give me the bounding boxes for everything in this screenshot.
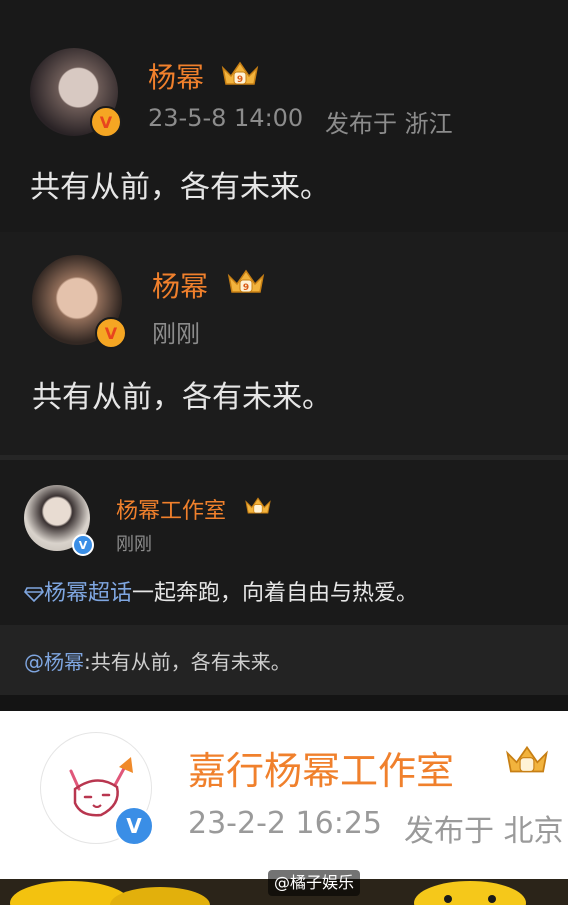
quoted-text: :共有从前，各有未来。 — [84, 650, 291, 674]
verified-badge-icon: V — [72, 534, 94, 556]
author-name[interactable]: 杨幂 — [152, 265, 208, 305]
post-time: 23-5-8 14:00 — [148, 104, 304, 132]
post-time: 刚刚 — [152, 320, 200, 348]
author-name[interactable]: 杨幂工作室 — [116, 493, 226, 525]
repost-content: 一起奔跑，向着自由与热爱。 — [132, 581, 419, 606]
post-location: 发布于 北京 — [404, 814, 564, 849]
crown-icon — [245, 497, 271, 514]
post-time: 刚刚 — [116, 534, 152, 555]
topic-link[interactable]: 杨幂超话 — [44, 581, 132, 606]
post-content: 共有从前，各有未来。 — [30, 170, 330, 205]
repost-content-line: 杨幂超话一起奔跑，向着自由与热爱。 — [24, 575, 418, 607]
post-content: 共有从前，各有未来。 — [32, 380, 332, 415]
verified-badge-icon: V — [90, 106, 122, 138]
topic-diamond-icon — [24, 587, 44, 603]
post-location: 发布于 浙江 — [325, 110, 453, 138]
author-name[interactable]: 嘉行杨幂工作室 — [188, 740, 454, 795]
mention-link[interactable]: @杨幂 — [24, 650, 84, 674]
crown-icon — [506, 745, 548, 773]
quoted-line: @杨幂:共有从前，各有未来。 — [24, 646, 291, 675]
verified-badge-icon: V — [114, 806, 154, 846]
crown-icon: 9 — [221, 61, 259, 85]
crown-icon: 9 — [227, 269, 265, 293]
svg-text:9: 9 — [237, 75, 243, 85]
watermark: @橘子娱乐 — [268, 870, 361, 896]
post-time: 23-2-2 16:25 — [188, 806, 382, 841]
author-name[interactable]: 杨幂 — [148, 56, 204, 96]
verified-badge-icon: V — [95, 317, 127, 349]
divider — [0, 695, 568, 711]
svg-text:9: 9 — [243, 283, 249, 293]
